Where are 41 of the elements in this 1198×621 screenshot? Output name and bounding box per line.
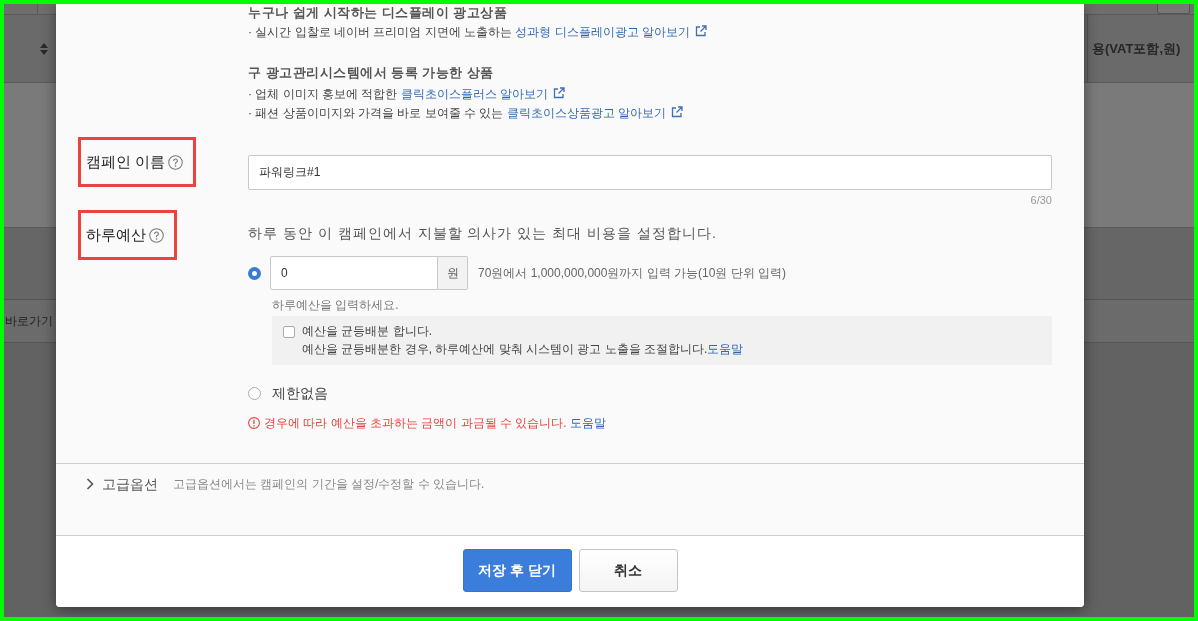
- warning-icon: [248, 417, 260, 429]
- budget-description: 하루 동안 이 캠페인에서 지불할 의사가 있는 최대 비용을 설정합니다.: [248, 224, 718, 243]
- warning-text: 경우에 따라 예산을 초과하는 금액이 과금될 수 있습니다. 도움말: [264, 415, 606, 432]
- advanced-options-toggle[interactable]: 고급옵션: [86, 474, 158, 494]
- external-link-icon: [553, 87, 565, 99]
- checkbox-label: 예산을 균등배분 합니다.: [302, 323, 433, 340]
- help-icon[interactable]: [168, 154, 184, 170]
- shortcut-button[interactable]: 바로가기: [5, 312, 53, 330]
- learn-more-link[interactable]: 클릭초이스상품광고 알아보기: [506, 106, 683, 120]
- cancel-button[interactable]: 취소: [578, 549, 678, 592]
- learn-more-link[interactable]: 성과형 디스플레이광고 알아보기: [515, 25, 707, 39]
- product-description: · 업체 이미지 홍보에 적합한 클릭초이스플러스 알아보기: [248, 85, 1084, 104]
- checkbox[interactable]: [283, 326, 295, 338]
- help-icon[interactable]: [149, 227, 164, 243]
- page-button[interactable]: [1157, 4, 1190, 14]
- character-counter: 6/30: [1029, 193, 1052, 208]
- budget-input[interactable]: 0: [270, 256, 438, 290]
- column-header: 용(VAT포함,원): [1092, 39, 1181, 58]
- range-hint: 70원에서 1,000,000,000원까지 입력 가능(10원 단위 입력): [478, 264, 787, 282]
- radio-button[interactable]: [248, 266, 261, 280]
- campaign-name-input[interactable]: 파워링크#1: [248, 155, 1052, 190]
- distribution-note: 예산을 균등배분한 경우, 하루예산에 맞춰 시스템이 광고 노출을 조절합니다.도움말: [302, 341, 744, 358]
- learn-more-link[interactable]: 클릭초이스플러스 알아보기: [400, 87, 565, 101]
- advanced-description: 고급옵션에서는 캠페인의 기간을 설정/수정할 수 있습니다.: [173, 476, 485, 493]
- help-link[interactable]: 도움말: [707, 342, 744, 356]
- option-label: 제한없음: [272, 384, 328, 403]
- currency-unit: 원: [438, 256, 468, 290]
- radio-button[interactable]: [248, 386, 261, 400]
- field-label: 캠페인 이름: [86, 152, 166, 172]
- help-link[interactable]: 도움말: [570, 416, 606, 430]
- field-label: 하루예산: [86, 225, 146, 245]
- product-description: · 실시간 입찰로 네이버 프리미엄 지면에 노출하는 성과형 디스플레이광고 알아보기: [248, 23, 1084, 42]
- input-hint: 하루예산을 입력하세요.: [272, 297, 400, 313]
- external-link-icon: [695, 25, 707, 37]
- section-title: 구 광고관리시스템에서 등록 가능한 상품: [248, 64, 495, 82]
- section-title: 누구나 쉽게 시작하는 디스플레이 광고상품: [248, 4, 509, 22]
- sort-icon[interactable]: [40, 42, 48, 55]
- save-button[interactable]: 저장 후 닫기: [462, 549, 572, 592]
- external-link-icon: [671, 106, 683, 118]
- product-description: · 패션 상품이미지와 가격을 바로 보여줄 수 있는 클릭초이스상품광고 알아보기: [248, 104, 1084, 123]
- chevron-right-icon: [86, 478, 94, 490]
